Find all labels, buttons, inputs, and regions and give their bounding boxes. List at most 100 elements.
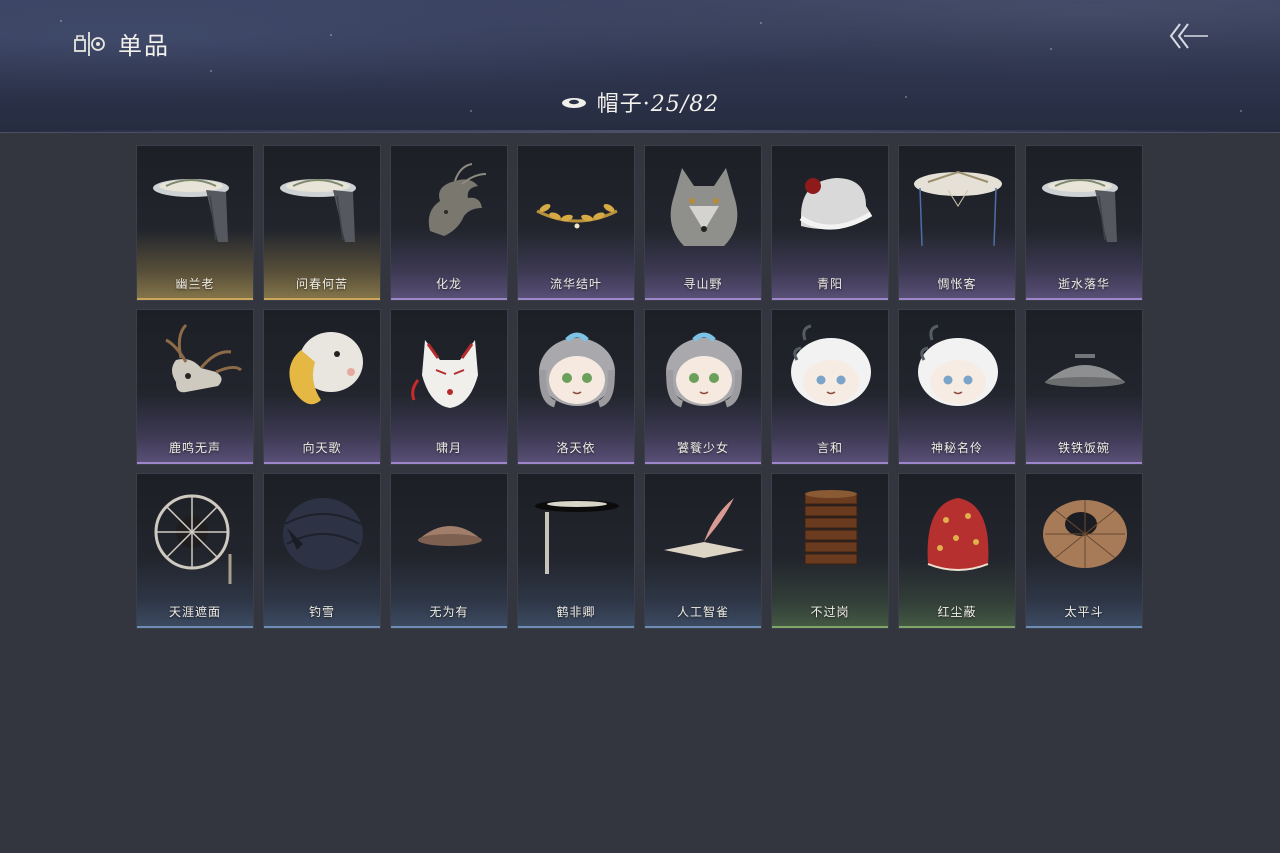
item-name: 寻山野 [683,277,723,291]
flat-black-hat-icon [535,500,619,574]
clay-bowl-icon [418,526,482,546]
bamboo-hat-veil-icon [1042,179,1118,242]
item-card[interactable]: 逝水落华 [1025,145,1143,301]
header-banner: 单品 帽子·25/82 [0,0,1280,133]
rarity-bar [518,298,634,300]
rarity-bar [264,626,380,628]
item-name: 幽兰老 [175,277,215,291]
item-name: 洛天依 [556,441,596,455]
rarity-bar [899,462,1015,464]
item-card[interactable]: 啸月 [390,309,508,465]
rarity-bar [645,462,761,464]
item-name: 天涯遮面 [168,605,221,619]
hat-icon [561,98,586,108]
woven-basket-hat-icon [1043,500,1127,568]
rarity-bar [772,298,888,300]
item-name: 人工智雀 [676,605,729,619]
chibi-head-icon [666,332,742,408]
bamboo-hat-veil-icon [153,179,229,242]
item-card[interactable]: 天涯遮面 [136,473,254,629]
stacked-bowls-icon [804,490,858,565]
wide-hat-veil-icon [914,170,1002,247]
rarity-bar [899,626,1015,628]
item-card[interactable]: 向天歌 [263,309,381,465]
rarity-bar [899,298,1015,300]
item-card[interactable]: 惆怅客 [898,145,1016,301]
item-name: 鹤非卿 [556,605,596,619]
item-name: 青阳 [816,277,843,291]
item-card[interactable]: 红尘蔽 [898,473,1016,629]
item-name: 铁铁饭碗 [1057,441,1110,455]
item-card[interactable]: 人工智雀 [644,473,762,629]
white-cap-icon [799,178,873,230]
item-card[interactable]: 神秘名伶 [898,309,1016,465]
item-card[interactable]: 流华结叶 [517,145,635,301]
star-decoration [60,20,62,22]
item-name: 红尘蔽 [937,605,977,619]
rarity-bar [391,298,507,300]
star-decoration [210,70,212,72]
item-card[interactable]: 言和 [771,309,889,465]
item-name: 问春何苦 [295,277,348,291]
item-name: 啸月 [435,441,462,455]
item-card[interactable]: 幽兰老 [136,145,254,301]
rarity-bar [518,462,634,464]
collection-logo-icon [74,31,105,56]
rarity-bar [1026,626,1142,628]
item-card[interactable]: 不过岗 [771,473,889,629]
category-label: 帽子· [596,92,651,117]
page-header: 单品 [74,26,170,61]
rarity-bar [137,298,253,300]
rarity-bar [1026,462,1142,464]
red-hood-icon [927,498,989,571]
item-name: 逝水落华 [1057,277,1110,291]
goose-hood-icon [289,332,363,405]
category-title: 帽子·25/82 [597,86,719,118]
item-card[interactable]: 饕餮少女 [644,309,762,465]
item-name: 鹿鸣无声 [168,441,221,455]
rarity-bar [772,626,888,628]
item-card[interactable]: 无为有 [390,473,508,629]
frame-hat-icon [154,494,232,584]
rarity-bar [518,626,634,628]
item-card[interactable]: 鹿鸣无声 [136,309,254,465]
deer-skull-icon [165,323,242,393]
dark-straw-hat-icon [283,498,363,570]
rarity-bar [137,462,253,464]
item-name: 太平斗 [1064,605,1104,619]
item-name: 言和 [816,441,843,455]
wolf-head-icon [670,168,738,246]
item-name: 钓雪 [308,605,335,619]
item-card[interactable]: 鹤非卿 [517,473,635,629]
page-title: 单品 [118,32,170,60]
rarity-bar [391,462,507,464]
golden-leaf-circlet-icon [536,204,618,229]
star-decoration [330,34,332,36]
chibi-white-head-icon [918,324,998,406]
item-name: 无为有 [429,605,469,619]
iron-bowl-icon [1045,354,1125,387]
rarity-bar [137,626,253,628]
rarity-bar [264,462,380,464]
item-card[interactable]: 洛天依 [517,309,635,465]
item-card[interactable]: 化龙 [390,145,508,301]
item-card[interactable]: 问春何苦 [263,145,381,301]
item-card[interactable]: 铁铁饭碗 [1025,309,1143,465]
item-card[interactable]: 太平斗 [1025,473,1143,629]
category-count: 25/82 [650,92,720,117]
dragon-head-icon [428,163,487,236]
item-card[interactable]: 青阳 [771,145,889,301]
item-name: 不过岗 [810,605,850,619]
rarity-bar [772,462,888,464]
item-name: 神秘名伶 [930,441,983,455]
chibi-white-head-icon [791,324,871,406]
star-decoration [1050,48,1052,50]
item-card[interactable]: 钓雪 [263,473,381,629]
sparrow-hat-icon [664,498,744,558]
item-card[interactable]: 寻山野 [644,145,762,301]
rarity-bar [645,298,761,300]
item-name: 向天歌 [302,441,342,455]
chibi-head-icon [539,332,615,408]
back-arrow-icon[interactable] [1166,20,1210,52]
star-decoration [760,22,762,24]
